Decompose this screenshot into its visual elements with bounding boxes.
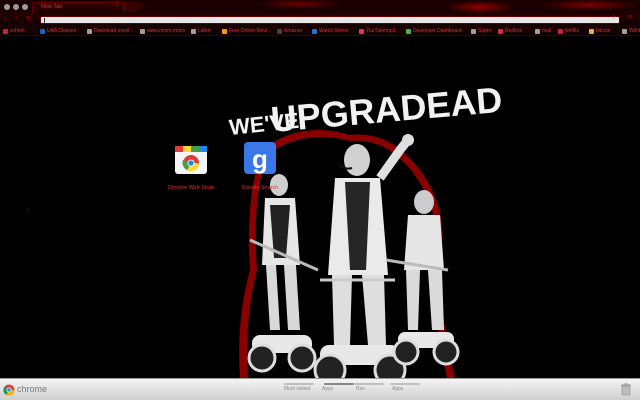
ntp-bottom-bar: chrome Most visited Apps Rss Apps bbox=[0, 378, 640, 400]
section-apps[interactable]: Apps bbox=[322, 386, 333, 392]
app-google-search[interactable]: g Google Search bbox=[230, 140, 290, 191]
chrome-logo-icon bbox=[3, 384, 15, 396]
google-search-icon: g bbox=[244, 142, 276, 174]
app-chrome-web-store[interactable]: Chrome Web Store bbox=[161, 140, 221, 191]
pager-indicator bbox=[390, 383, 420, 385]
headline-upgradead: UPGRADEAD bbox=[269, 79, 504, 140]
section-apps-2[interactable]: Apps bbox=[392, 386, 403, 392]
chrome-web-store-icon bbox=[175, 146, 207, 174]
app-label: Google Search bbox=[241, 185, 279, 191]
pager-indicator bbox=[284, 383, 314, 385]
pager-indicator-active bbox=[324, 383, 354, 385]
section-rss[interactable]: Rss bbox=[356, 386, 365, 392]
theme-artwork: WE'VE UPGRADEAD bbox=[228, 79, 504, 387]
previous-page-arrow-icon[interactable]: ‹ bbox=[26, 204, 29, 215]
pager-indicator bbox=[354, 383, 384, 385]
section-most-visited[interactable]: Most visited bbox=[284, 386, 310, 392]
browser-window: New Tab × ‹ › ↻ ☆ ≡ school UAA Classes Dow… bbox=[0, 0, 640, 400]
svg-text:g: g bbox=[252, 144, 268, 174]
app-label: Chrome Web Store bbox=[167, 185, 215, 191]
chrome-brand-text: chrome bbox=[17, 384, 48, 394]
trash-icon[interactable] bbox=[620, 383, 632, 396]
